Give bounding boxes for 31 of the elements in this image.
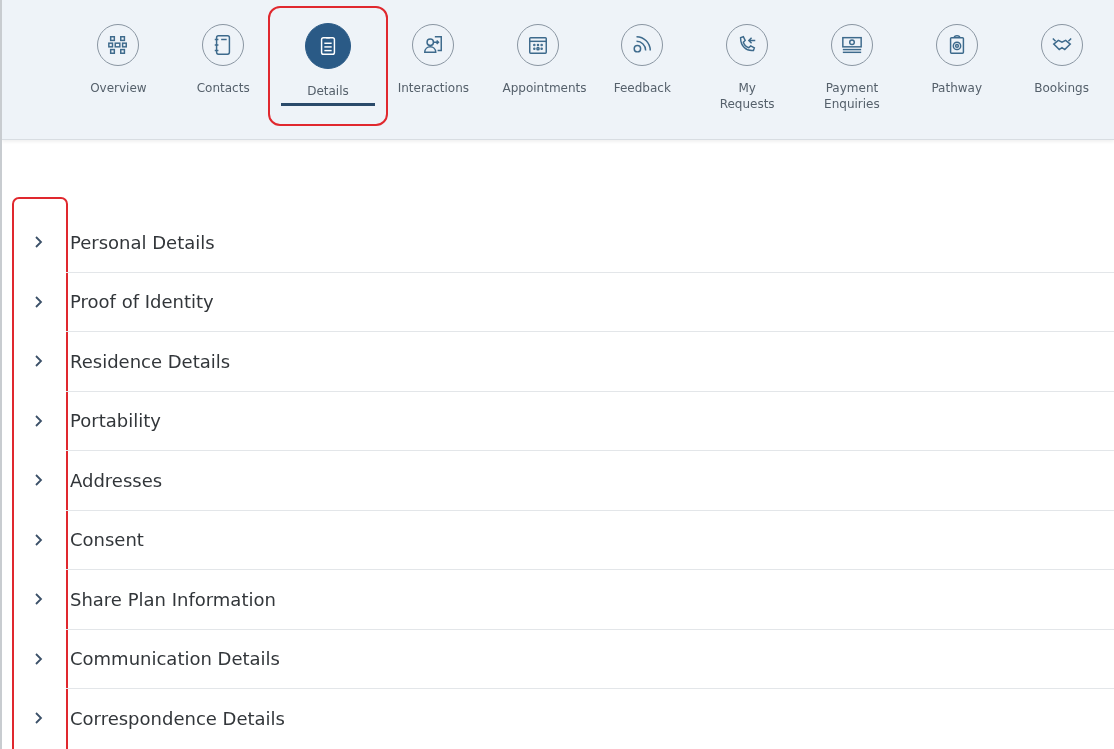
tab[interactable]: Details: [267, 6, 389, 126]
tab[interactable]: Overview: [66, 6, 171, 126]
chevron-icon[interactable]: [34, 532, 44, 547]
chevron-icon[interactable]: [34, 651, 44, 666]
section-title[interactable]: Share Plan Information: [70, 588, 276, 610]
chevron-icon[interactable]: [34, 294, 44, 309]
section-title[interactable]: Residence Details: [70, 350, 231, 372]
chevron-icon[interactable]: [34, 354, 44, 369]
network-icon: [107, 34, 130, 56]
tab[interactable]: Bookings: [1009, 6, 1114, 126]
chevron-icon[interactable]: [34, 711, 44, 726]
section-title[interactable]: Personal Details: [70, 231, 215, 253]
tab[interactable]: Appointments: [485, 6, 590, 126]
chevron-icon[interactable]: [34, 592, 44, 607]
tab[interactable]: My Requests: [694, 6, 800, 126]
calendar-icon: [526, 34, 549, 56]
chevron-icon[interactable]: [34, 473, 44, 488]
chevron-icon[interactable]: [34, 413, 44, 428]
section-title[interactable]: Addresses: [70, 469, 163, 491]
tab[interactable]: Payment Enquiries: [799, 6, 905, 126]
section-title[interactable]: Correspondence Details: [70, 707, 285, 729]
section-title[interactable]: Proof of Identity: [70, 291, 214, 313]
section-title[interactable]: Communication Details: [70, 648, 280, 670]
signal-icon: [631, 34, 654, 56]
person-arrow-icon: [421, 34, 444, 56]
chevron-icon[interactable]: [34, 235, 44, 250]
section-title[interactable]: Portability: [70, 410, 161, 432]
section-title[interactable]: Consent: [70, 529, 144, 551]
tab[interactable]: Pathway: [904, 6, 1010, 126]
banknote-icon: [840, 34, 863, 56]
tab[interactable]: Feedback: [589, 6, 695, 126]
